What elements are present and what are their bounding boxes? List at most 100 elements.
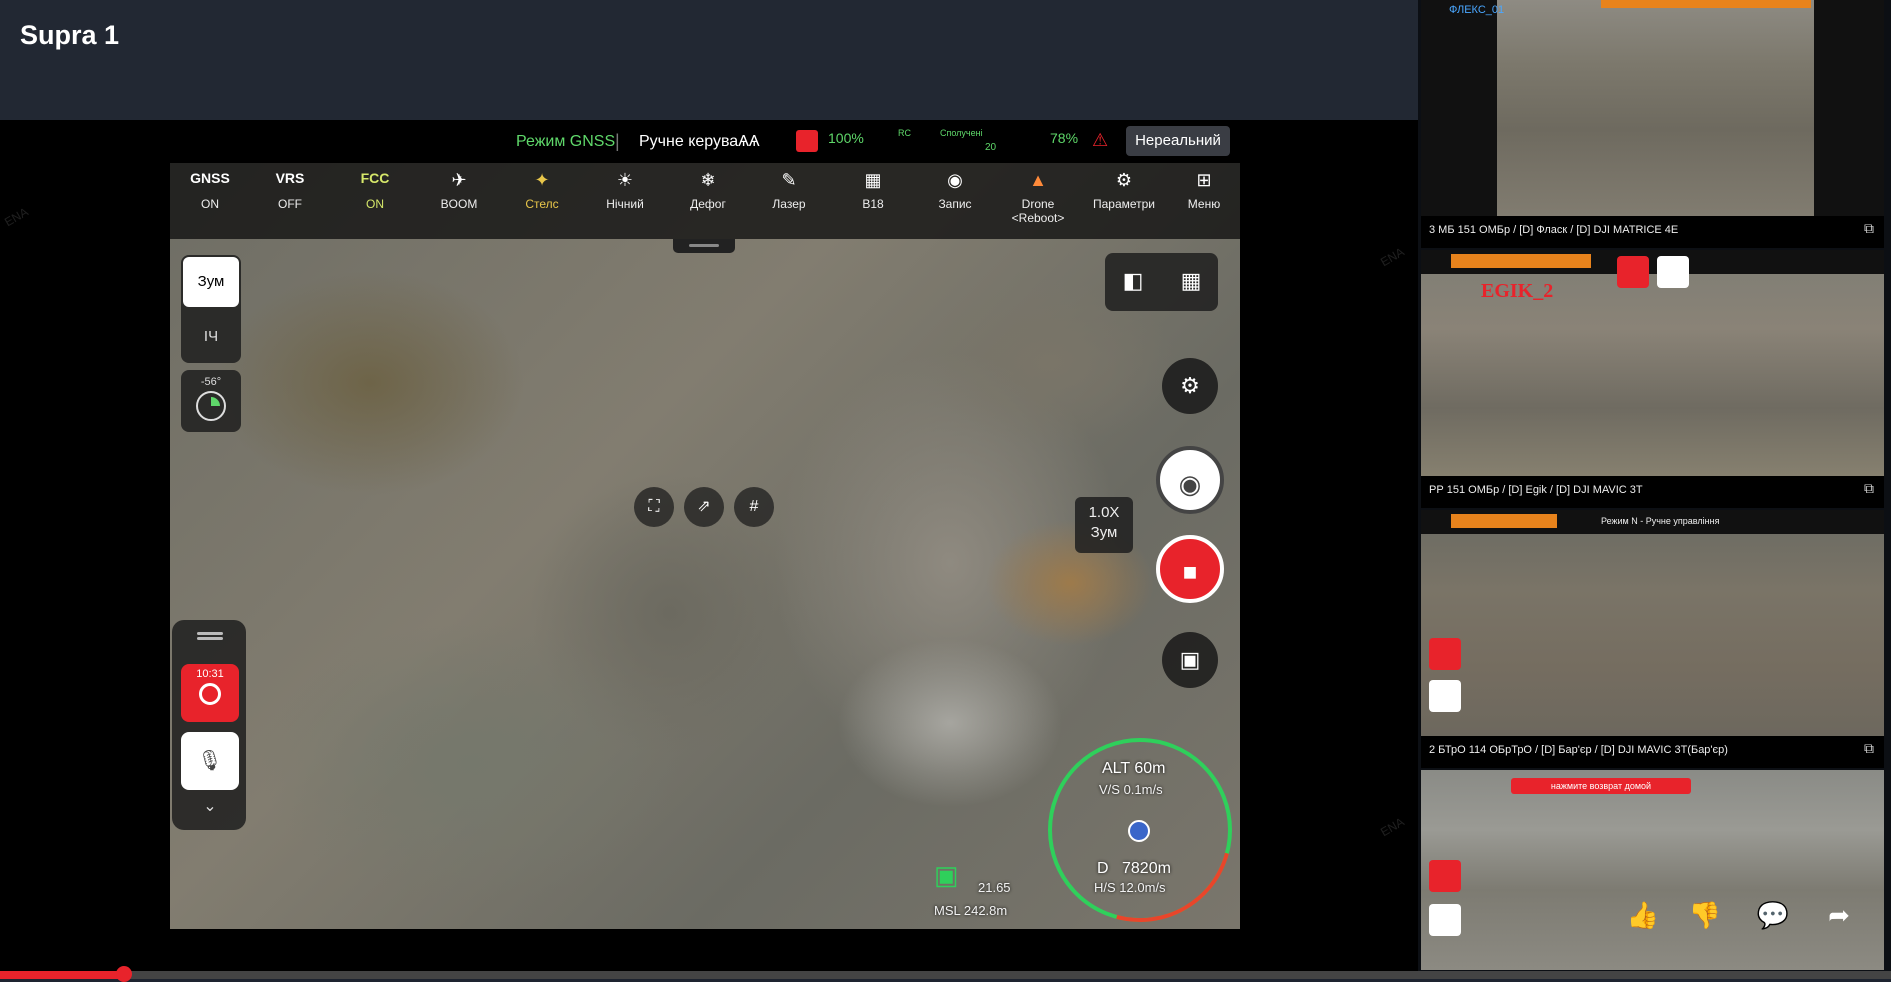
alert-icon: [796, 130, 818, 152]
record-icon[interactable]: [1429, 638, 1461, 670]
comment-icon[interactable]: 💬: [1748, 890, 1798, 940]
gallery-icon[interactable]: ▣: [1162, 632, 1218, 688]
toolbar-item[interactable]: ▦ В18: [833, 170, 913, 211]
status-separator: |: [615, 131, 620, 151]
toolbar-handle[interactable]: [673, 239, 735, 253]
warning-strip: [1601, 0, 1811, 8]
drone-battery-icon: ▣: [934, 860, 959, 890]
like-icon[interactable]: 👍: [1618, 890, 1668, 940]
home-point-icon: [1128, 820, 1150, 842]
toolbar-item[interactable]: ◉ Запис: [915, 170, 995, 211]
stream-label: 2 БТрО 114 ОБрТрО / [D] Бар'єр / [D] DJI…: [1429, 744, 1728, 756]
open-external-icon[interactable]: ⇗: [684, 487, 724, 527]
toolbar-item[interactable]: ▲ Drone <Reboot>: [998, 170, 1078, 225]
photo-shutter-button[interactable]: ◉: [1156, 446, 1224, 514]
distance-label: D: [1097, 860, 1109, 877]
toolbar-item[interactable]: ⊞ Меню: [1164, 170, 1244, 211]
toolbar-item[interactable]: VRS OFF: [250, 170, 330, 211]
stream-tile[interactable]: Режим N - Ручне управління 2 БТрО 114 ОБ…: [1421, 510, 1884, 768]
stream-preview: [1421, 510, 1884, 736]
signal-label: Сполучені: [940, 128, 983, 138]
control-mode-label: Ручне керуваѦѦ: [639, 133, 760, 150]
toolbar-label: В18: [862, 197, 884, 211]
share-icon[interactable]: ➦: [1814, 890, 1864, 940]
gimbal-indicator[interactable]: -56°: [181, 370, 241, 432]
app-sidebar: [1421, 0, 1497, 216]
toolbar-icon: VRS: [275, 170, 305, 186]
mic-icon[interactable]: [1429, 680, 1461, 712]
toolbar-icon: FCC: [360, 170, 390, 186]
pip-icon[interactable]: ⧉: [1864, 740, 1874, 757]
zoom-level: 1.0X: [1088, 504, 1120, 521]
toolbar-item[interactable]: FCC ON: [335, 170, 415, 211]
toolbar-label: OFF: [278, 197, 302, 211]
toolbar-item[interactable]: GNSS ON: [170, 170, 250, 211]
video-progress-handle[interactable]: [116, 966, 132, 982]
toolbar-item[interactable]: ⚙ Параметри: [1084, 170, 1164, 211]
toolbar-item[interactable]: ✎ Лазер: [749, 170, 829, 211]
toolbar-item[interactable]: ✦ Стелс: [502, 170, 582, 211]
pip-icon[interactable]: ⧉: [1864, 220, 1874, 237]
toolbar-icon: ▲: [1029, 170, 1047, 190]
record-time: 10:31: [196, 668, 224, 680]
warning-strip: [1451, 254, 1591, 268]
toolbar-label: ON: [201, 197, 219, 211]
toolbar-label: Drone: [1021, 197, 1055, 211]
app-right-bar: [1814, 0, 1884, 216]
record-timer-button[interactable]: 10:31: [181, 664, 239, 722]
toolbar-item[interactable]: ✈ BOOM: [419, 170, 499, 211]
toolbar-label: Параметри: [1092, 197, 1156, 211]
dislike-icon[interactable]: 👎: [1680, 890, 1730, 940]
mic-icon[interactable]: [1429, 904, 1461, 936]
panel-grip-icon[interactable]: [197, 632, 223, 635]
tile-tag: Режим N - Ручне управління: [1601, 516, 1720, 526]
warning-strip: [1451, 514, 1557, 528]
record-icon[interactable]: [1617, 256, 1649, 288]
toolbar-icon: GNSS: [190, 170, 230, 186]
mic-icon[interactable]: [1657, 256, 1689, 288]
toolbar-icon: ☀: [616, 170, 634, 190]
toolbar-label: Меню: [1187, 197, 1221, 211]
toolbar-label: Дефог: [690, 197, 726, 211]
video-record-button[interactable]: ■: [1156, 535, 1224, 603]
stream-tile[interactable]: EGIK_2 РР 151 ОМБр / [D] Egik / [D] DJI …: [1421, 250, 1884, 508]
toolbar-label: Нічний: [606, 197, 644, 211]
toolbar-icon: ⊞: [1196, 170, 1212, 190]
toolbar-icon: ◉: [947, 170, 963, 190]
horizontal-speed-value: H/S 12.0m/s: [1094, 880, 1166, 895]
toolbar-item[interactable]: ☀ Нічний: [585, 170, 665, 211]
video-progress-bar[interactable]: [0, 971, 1891, 979]
mic-off-icon[interactable]: 🎙: [181, 732, 239, 790]
fullscreen-icon[interactable]: ⛶: [634, 487, 674, 527]
record-icon[interactable]: [1429, 860, 1461, 892]
camera-settings-icon[interactable]: ⚙: [1162, 358, 1218, 414]
gnss-mode-label[interactable]: Режим GNSS: [516, 133, 615, 151]
toolbar-icon: ▦: [864, 170, 882, 190]
reaction-bar: 👍 👎 💬 ➦: [1618, 890, 1870, 942]
rth-banner[interactable]: нажмите возврат домой: [1511, 778, 1691, 794]
altitude-value: ALT 60m: [1102, 760, 1166, 777]
ir-button[interactable]: ІЧ: [181, 315, 241, 359]
tile-tag: EGIK_2: [1481, 280, 1554, 302]
gimbal-angle: -56°: [200, 376, 222, 388]
unreal-button[interactable]: Нереальний: [1126, 126, 1230, 156]
battery-voltage: 21.65: [978, 880, 1011, 895]
zoom-level-indicator[interactable]: 1.0X Зум: [1075, 497, 1133, 553]
stream-tile[interactable]: ФЛЕКС_01 3 МБ 151 ОМБр / [D] Фласк / [D]…: [1421, 0, 1884, 248]
split-view-icon[interactable]: ◧: [1118, 268, 1148, 298]
zoom-button[interactable]: Зум: [183, 257, 239, 307]
toolbar-item[interactable]: ❄ Дефог: [668, 170, 748, 211]
drone-battery-value: 78%: [1050, 130, 1079, 146]
pip-icon[interactable]: ⧉: [1864, 480, 1874, 497]
toolbar-label: BOOM: [440, 197, 478, 211]
grid-overlay-icon[interactable]: #: [734, 487, 774, 527]
title-bar: [0, 0, 1418, 120]
distance-value: 7820m: [1122, 860, 1171, 877]
toolbar-icon: ✎: [781, 170, 797, 190]
grid-view-icon[interactable]: ▦: [1176, 268, 1206, 298]
vertical-speed-value: V/S 0.1m/s: [1099, 782, 1163, 797]
chevron-down-icon[interactable]: ⌄: [196, 796, 224, 816]
toolbar-label: ON: [366, 197, 384, 211]
toolbar-icon: ✦: [534, 170, 550, 190]
stream-label: РР 151 ОМБр / [D] Egik / [D] DJI MAVIC 3…: [1429, 484, 1643, 496]
